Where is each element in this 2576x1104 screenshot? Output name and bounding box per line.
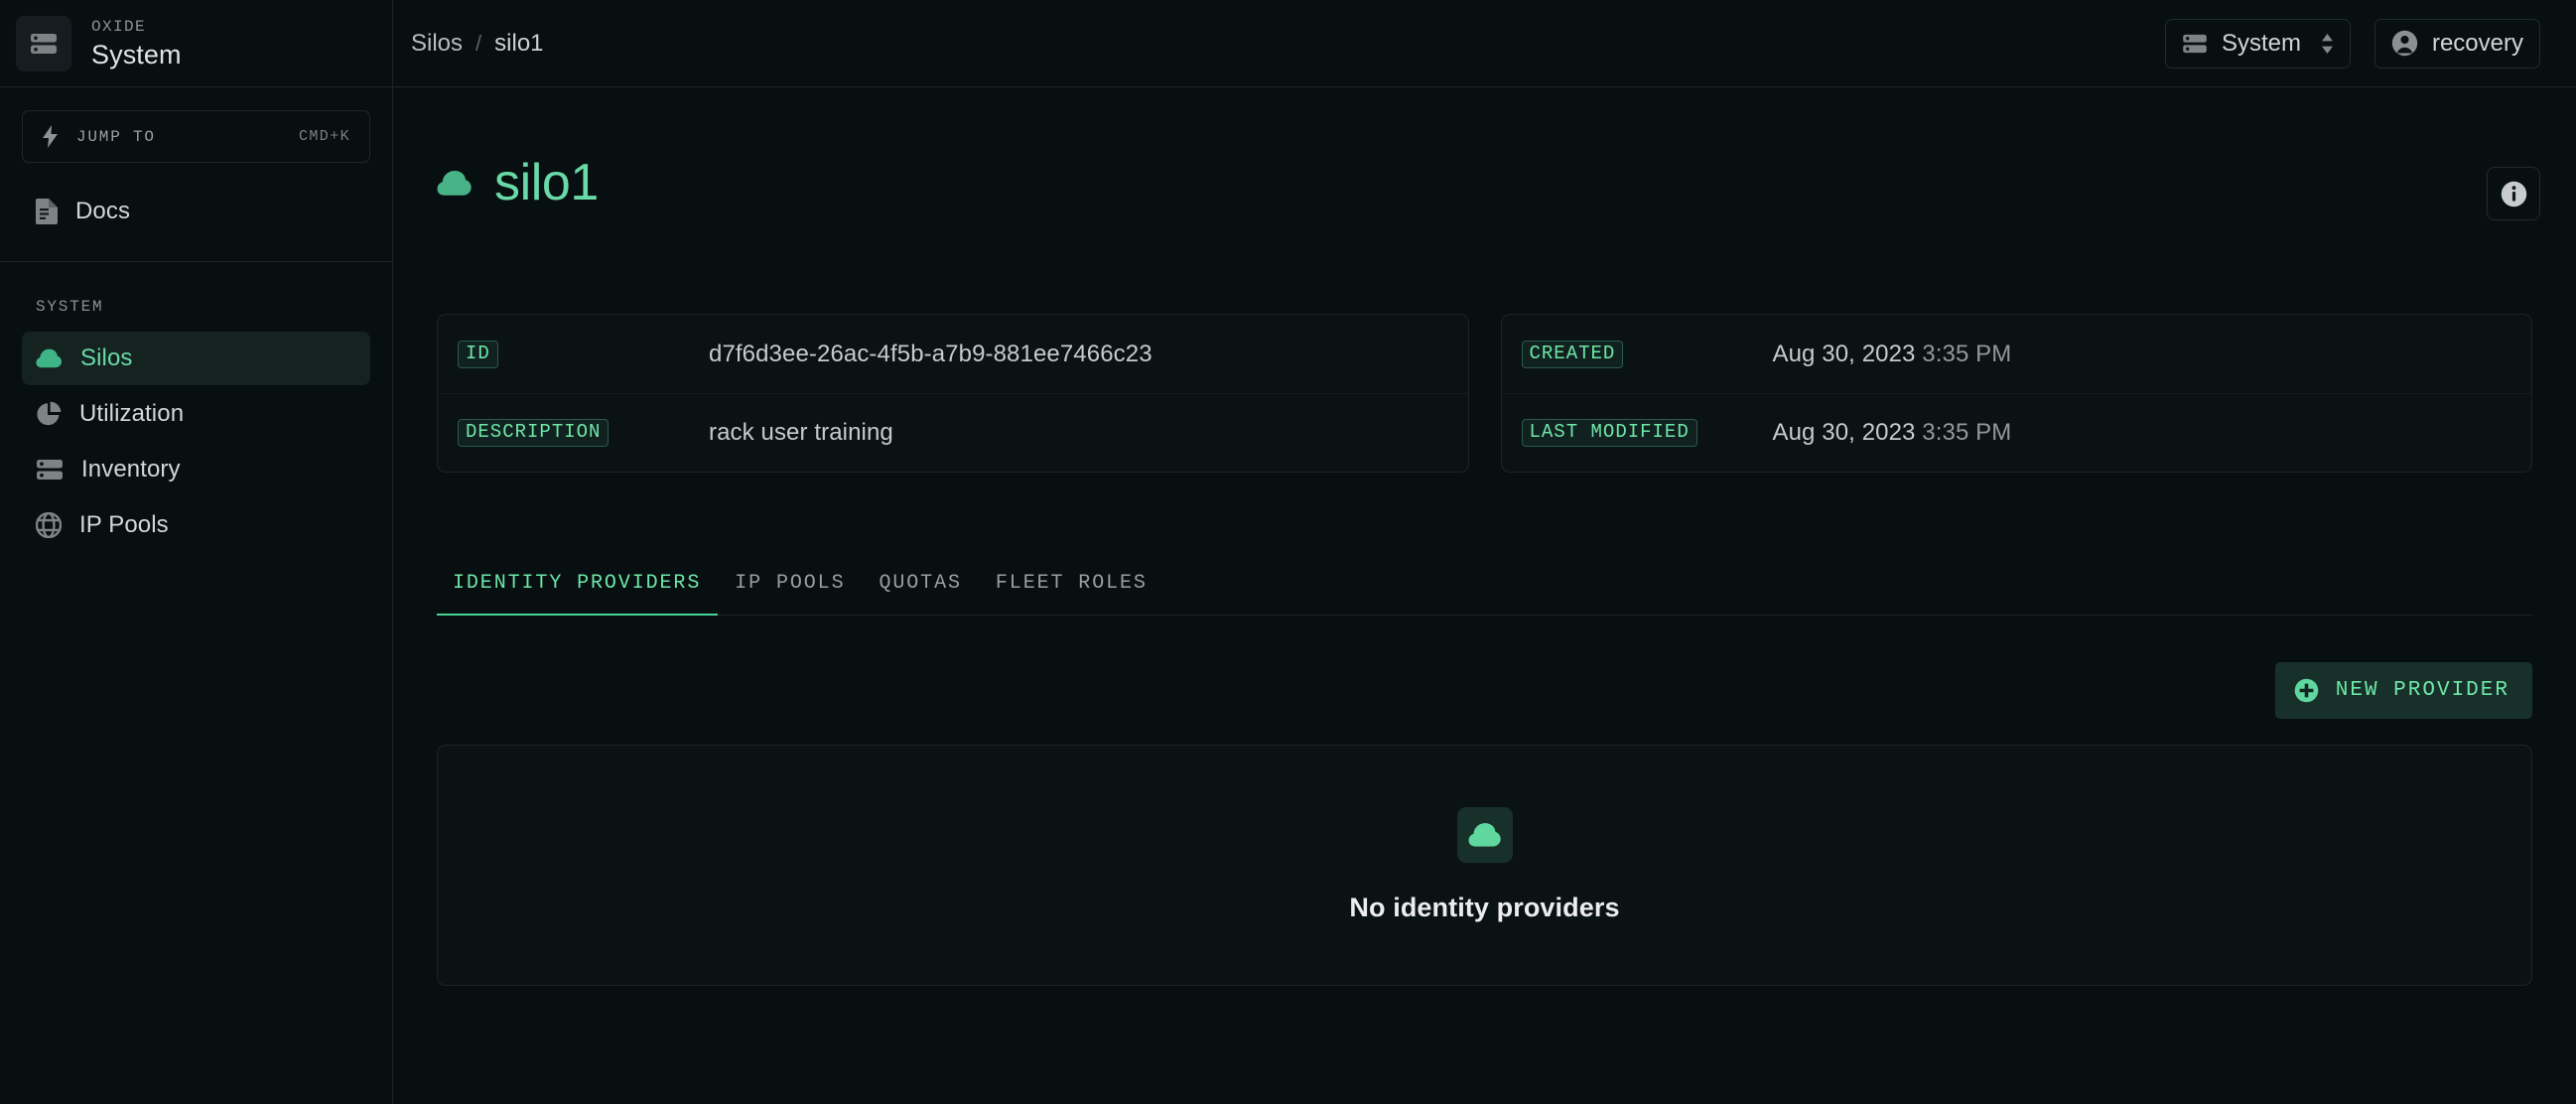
sidebar-item-silos-label: Silos: [80, 345, 133, 371]
page-title: silo1: [437, 157, 599, 208]
new-provider-button[interactable]: NEW PROVIDER: [2274, 662, 2532, 719]
metadata-label-created: CREATED: [1521, 340, 1624, 368]
badge-cell: LAST MODIFIED: [1521, 419, 1773, 447]
breadcrumb-separator: /: [475, 30, 482, 56]
metadata-label-last-modified: LAST MODIFIED: [1521, 419, 1697, 447]
empty-state-icon-tile: [1456, 807, 1513, 863]
sidebar-item-silos[interactable]: Silos: [22, 332, 370, 385]
app-root: OXIDE System JUMP TO CMD+K Docs SYSTEM S…: [0, 0, 2576, 1104]
metadata-card-right: CREATED Aug 30, 2023 3:35 PM LAST MODIFI…: [1500, 314, 2532, 473]
sidebar-brand[interactable]: OXIDE System: [0, 0, 392, 87]
server-rack-icon: [30, 33, 58, 55]
info-circle-icon: [2501, 181, 2527, 207]
jump-to-label: JUMP TO: [76, 127, 156, 146]
jump-to-button[interactable]: JUMP TO CMD+K: [22, 110, 370, 163]
globe-icon: [36, 512, 62, 538]
topbar-right: System recovery: [2164, 18, 2540, 69]
jump-to-wrap: JUMP TO CMD+K: [0, 87, 392, 163]
sidebar-item-inventory[interactable]: Inventory: [22, 443, 370, 496]
server-rack-icon: [36, 459, 64, 481]
metadata-value-description: rack user training: [709, 419, 893, 446]
page-header: silo1: [429, 87, 2540, 220]
empty-state-title: No identity providers: [1349, 893, 1620, 922]
tab-bar: IDENTITY PROVIDERS IP POOLS QUOTAS FLEET…: [437, 572, 2532, 616]
plus-circle-icon: [2294, 678, 2319, 703]
tab-quotas[interactable]: QUOTAS: [862, 572, 978, 615]
sidebar-section-title: SYSTEM: [36, 298, 104, 316]
page-content: silo1 ID d7f6d3ee-26ac-4f5b-a7b9-881ee74…: [393, 87, 2576, 1104]
sidebar-item-ip-pools[interactable]: IP Pools: [22, 498, 370, 552]
breadcrumb: Silos / silo1: [411, 30, 544, 58]
info-button[interactable]: [2487, 167, 2540, 220]
user-menu-label: recovery: [2431, 29, 2523, 57]
metadata-label-id: ID: [458, 340, 498, 368]
sidebar-item-ip-pools-label: IP Pools: [79, 511, 169, 538]
new-provider-label: NEW PROVIDER: [2335, 679, 2509, 702]
system-picker-button[interactable]: System: [2164, 18, 2351, 69]
metadata-value-created: Aug 30, 2023 3:35 PM: [1773, 341, 2012, 368]
system-picker-label: System: [2221, 29, 2301, 57]
brand-title: System: [91, 39, 182, 69]
user-menu-button[interactable]: recovery: [2373, 18, 2540, 69]
page-title-text: silo1: [494, 154, 599, 211]
sidebar-item-docs-label: Docs: [75, 198, 131, 224]
jump-to-shortcut: CMD+K: [298, 128, 350, 145]
user-circle-icon: [2391, 30, 2418, 57]
metadata-value-last-modified: Aug 30, 2023 3:35 PM: [1773, 419, 2012, 447]
metadata-row-last-modified: LAST MODIFIED Aug 30, 2023 3:35 PM: [1501, 393, 2531, 472]
document-icon: [36, 199, 58, 224]
metadata-row-created: CREATED Aug 30, 2023 3:35 PM: [1502, 315, 2532, 393]
tab-ip-pools[interactable]: IP POOLS: [718, 572, 862, 615]
tab-fleet-roles[interactable]: FLEET ROLES: [979, 572, 1164, 615]
sidebar-item-inventory-label: Inventory: [81, 456, 181, 483]
topbar: Silos / silo1 System recovery: [393, 0, 2576, 87]
server-rack-icon: [2182, 34, 2208, 54]
metadata-card-left: ID d7f6d3ee-26ac-4f5b-a7b9-881ee7466c23 …: [437, 314, 1469, 473]
metadata-cards: ID d7f6d3ee-26ac-4f5b-a7b9-881ee7466c23 …: [429, 220, 2540, 473]
sidebar-system-section: SYSTEM Silos Utilization Inventory IP Po…: [0, 262, 392, 554]
cloud-icon: [1468, 822, 1502, 848]
metadata-label-description: DESCRIPTION: [458, 419, 610, 447]
metadata-row-description: DESCRIPTION rack user training: [438, 393, 1468, 472]
sidebar: OXIDE System JUMP TO CMD+K Docs SYSTEM S…: [0, 0, 393, 1104]
badge-cell: ID: [458, 340, 709, 368]
sidebar-item-utilization-label: Utilization: [79, 400, 185, 427]
pie-chart-icon: [36, 401, 62, 427]
tab-actions: NEW PROVIDER: [429, 616, 2540, 719]
last-modified-time: 3:35 PM: [1922, 419, 2012, 446]
created-date: Aug 30, 2023: [1772, 340, 1916, 367]
tabs-wrap: IDENTITY PROVIDERS IP POOLS QUOTAS FLEET…: [429, 473, 2540, 616]
created-time: 3:35 PM: [1922, 340, 2012, 367]
main-area: Silos / silo1 System recovery silo1 ID d…: [393, 0, 2576, 1104]
badge-cell: CREATED: [1521, 340, 1773, 368]
cloud-icon: [437, 170, 473, 197]
metadata-value-id: d7f6d3ee-26ac-4f5b-a7b9-881ee7466c23: [709, 340, 1152, 367]
metadata-row-id: ID d7f6d3ee-26ac-4f5b-a7b9-881ee7466c23: [438, 315, 1468, 393]
breadcrumb-current: silo1: [494, 29, 544, 57]
chevron-updown-icon: [2321, 33, 2334, 54]
sidebar-item-utilization[interactable]: Utilization: [22, 387, 370, 441]
empty-state-panel: No identity providers: [437, 745, 2532, 986]
brand-kicker: OXIDE: [91, 17, 147, 36]
brand-text: OXIDE System: [91, 19, 182, 69]
breadcrumb-parent[interactable]: Silos: [411, 30, 463, 58]
last-modified-date: Aug 30, 2023: [1772, 419, 1916, 446]
badge-cell: DESCRIPTION: [458, 419, 709, 447]
cloud-icon: [36, 348, 63, 368]
sidebar-docs-section: Docs: [0, 163, 392, 262]
bolt-icon: [42, 125, 59, 148]
brand-tile: [16, 15, 71, 71]
sidebar-item-docs[interactable]: Docs: [22, 189, 370, 234]
tab-identity-providers[interactable]: IDENTITY PROVIDERS: [437, 572, 719, 616]
